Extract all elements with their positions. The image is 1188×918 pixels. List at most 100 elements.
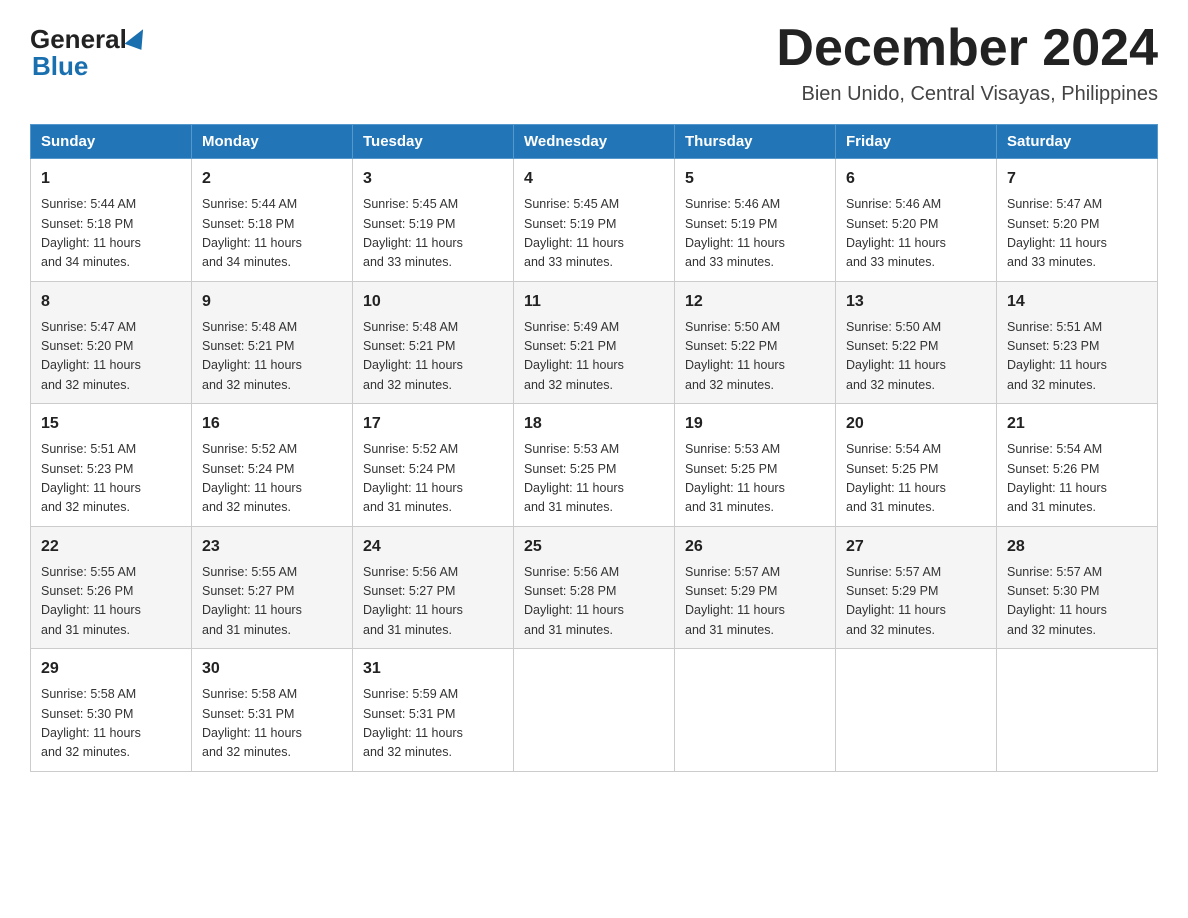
calendar-cell: 6 Sunrise: 5:46 AMSunset: 5:20 PMDaylight… — [836, 159, 997, 282]
day-number: 9 — [202, 290, 342, 314]
day-number: 14 — [1007, 290, 1147, 314]
calendar-cell — [997, 649, 1158, 772]
day-info: Sunrise: 5:45 AMSunset: 5:19 PMDaylight:… — [524, 195, 664, 273]
day-info: Sunrise: 5:57 AMSunset: 5:29 PMDaylight:… — [685, 563, 825, 641]
calendar-cell: 23 Sunrise: 5:55 AMSunset: 5:27 PMDayligh… — [192, 526, 353, 649]
calendar-cell: 7 Sunrise: 5:47 AMSunset: 5:20 PMDaylight… — [997, 159, 1158, 282]
day-number: 13 — [846, 290, 986, 314]
calendar-cell: 20 Sunrise: 5:54 AMSunset: 5:25 PMDayligh… — [836, 404, 997, 527]
day-info: Sunrise: 5:45 AMSunset: 5:19 PMDaylight:… — [363, 195, 503, 273]
day-number: 4 — [524, 167, 664, 191]
day-header-row: SundayMondayTuesdayWednesdayThursdayFrid… — [31, 125, 1158, 159]
calendar-cell: 17Sunrise: 5:52 AMSunset: 5:24 PMDayligh… — [353, 404, 514, 527]
calendar-cell: 15 Sunrise: 5:51 AMSunset: 5:23 PMDayligh… — [31, 404, 192, 527]
day-info: Sunrise: 5:46 AMSunset: 5:20 PMDaylight:… — [846, 195, 986, 273]
day-header-wednesday: Wednesday — [514, 125, 675, 159]
day-info: Sunrise: 5:52 AMSunset: 5:24 PMDaylight:… — [363, 440, 503, 518]
day-number: 19 — [685, 412, 825, 436]
calendar-cell — [675, 649, 836, 772]
calendar-cell: 21Sunrise: 5:54 AMSunset: 5:26 PMDayligh… — [997, 404, 1158, 527]
calendar-week-row: 1 Sunrise: 5:44 AMSunset: 5:18 PMDaylight… — [31, 159, 1158, 282]
calendar-cell: 26 Sunrise: 5:57 AMSunset: 5:29 PMDayligh… — [675, 526, 836, 649]
calendar-cell: 2Sunrise: 5:44 AMSunset: 5:18 PMDaylight… — [192, 159, 353, 282]
day-header-monday: Monday — [192, 125, 353, 159]
day-number: 7 — [1007, 167, 1147, 191]
calendar-subtitle: Bien Unido, Central Visayas, Philippines — [776, 83, 1158, 106]
day-header-tuesday: Tuesday — [353, 125, 514, 159]
day-info: Sunrise: 5:47 AMSunset: 5:20 PMDaylight:… — [41, 318, 181, 396]
day-number: 22 — [41, 535, 181, 559]
day-info: Sunrise: 5:47 AMSunset: 5:20 PMDaylight:… — [1007, 195, 1147, 273]
day-info: Sunrise: 5:46 AMSunset: 5:19 PMDaylight:… — [685, 195, 825, 273]
day-number: 25 — [524, 535, 664, 559]
day-number: 15 — [41, 412, 181, 436]
day-info: Sunrise: 5:44 AMSunset: 5:18 PMDaylight:… — [202, 195, 342, 273]
day-info: Sunrise: 5:44 AMSunset: 5:18 PMDaylight:… — [41, 195, 181, 273]
calendar-cell: 30Sunrise: 5:58 AMSunset: 5:31 PMDayligh… — [192, 649, 353, 772]
day-info: Sunrise: 5:55 AMSunset: 5:26 PMDaylight:… — [41, 563, 181, 641]
day-number: 26 — [685, 535, 825, 559]
day-header-friday: Friday — [836, 125, 997, 159]
logo-triangle-icon — [124, 26, 151, 50]
day-info: Sunrise: 5:48 AMSunset: 5:21 PMDaylight:… — [202, 318, 342, 396]
calendar-cell: 4 Sunrise: 5:45 AMSunset: 5:19 PMDaylight… — [514, 159, 675, 282]
calendar-week-row: 22 Sunrise: 5:55 AMSunset: 5:26 PMDayligh… — [31, 526, 1158, 649]
day-info: Sunrise: 5:56 AMSunset: 5:28 PMDaylight:… — [524, 563, 664, 641]
calendar-cell: 12Sunrise: 5:50 AMSunset: 5:22 PMDayligh… — [675, 281, 836, 404]
calendar-cell: 9 Sunrise: 5:48 AMSunset: 5:21 PMDaylight… — [192, 281, 353, 404]
calendar-week-row: 29Sunrise: 5:58 AMSunset: 5:30 PMDayligh… — [31, 649, 1158, 772]
day-number: 18 — [524, 412, 664, 436]
calendar-cell: 14 Sunrise: 5:51 AMSunset: 5:23 PMDayligh… — [997, 281, 1158, 404]
calendar-cell: 22 Sunrise: 5:55 AMSunset: 5:26 PMDayligh… — [31, 526, 192, 649]
calendar-week-row: 15 Sunrise: 5:51 AMSunset: 5:23 PMDayligh… — [31, 404, 1158, 527]
title-area: December 2024 Bien Unido, Central Visaya… — [776, 20, 1158, 106]
calendar-cell: 8 Sunrise: 5:47 AMSunset: 5:20 PMDaylight… — [31, 281, 192, 404]
calendar-cell: 3 Sunrise: 5:45 AMSunset: 5:19 PMDaylight… — [353, 159, 514, 282]
calendar-cell: 28 Sunrise: 5:57 AMSunset: 5:30 PMDayligh… — [997, 526, 1158, 649]
day-info: Sunrise: 5:53 AMSunset: 5:25 PMDaylight:… — [524, 440, 664, 518]
day-header-sunday: Sunday — [31, 125, 192, 159]
day-number: 28 — [1007, 535, 1147, 559]
logo: General Blue — [30, 20, 147, 82]
day-number: 8 — [41, 290, 181, 314]
calendar-cell: 31 Sunrise: 5:59 AMSunset: 5:31 PMDayligh… — [353, 649, 514, 772]
calendar-cell: 16 Sunrise: 5:52 AMSunset: 5:24 PMDayligh… — [192, 404, 353, 527]
day-number: 16 — [202, 412, 342, 436]
day-number: 23 — [202, 535, 342, 559]
calendar-cell — [836, 649, 997, 772]
calendar-table: SundayMondayTuesdayWednesdayThursdayFrid… — [30, 124, 1158, 772]
calendar-week-row: 8 Sunrise: 5:47 AMSunset: 5:20 PMDaylight… — [31, 281, 1158, 404]
day-number: 1 — [41, 167, 181, 191]
calendar-cell — [514, 649, 675, 772]
day-number: 20 — [846, 412, 986, 436]
calendar-cell: 1 Sunrise: 5:44 AMSunset: 5:18 PMDaylight… — [31, 159, 192, 282]
calendar-cell: 29Sunrise: 5:58 AMSunset: 5:30 PMDayligh… — [31, 649, 192, 772]
day-info: Sunrise: 5:58 AMSunset: 5:31 PMDaylight:… — [202, 685, 342, 763]
day-number: 21 — [1007, 412, 1147, 436]
calendar-cell: 18 Sunrise: 5:53 AMSunset: 5:25 PMDayligh… — [514, 404, 675, 527]
day-number: 6 — [846, 167, 986, 191]
calendar-cell: 24Sunrise: 5:56 AMSunset: 5:27 PMDayligh… — [353, 526, 514, 649]
day-info: Sunrise: 5:59 AMSunset: 5:31 PMDaylight:… — [363, 685, 503, 763]
calendar-cell: 10Sunrise: 5:48 AMSunset: 5:21 PMDayligh… — [353, 281, 514, 404]
day-info: Sunrise: 5:55 AMSunset: 5:27 PMDaylight:… — [202, 563, 342, 641]
calendar-header: SundayMondayTuesdayWednesdayThursdayFrid… — [31, 125, 1158, 159]
day-number: 3 — [363, 167, 503, 191]
day-info: Sunrise: 5:48 AMSunset: 5:21 PMDaylight:… — [363, 318, 503, 396]
calendar-cell: 13Sunrise: 5:50 AMSunset: 5:22 PMDayligh… — [836, 281, 997, 404]
day-header-thursday: Thursday — [675, 125, 836, 159]
day-number: 29 — [41, 657, 181, 681]
calendar-cell: 27Sunrise: 5:57 AMSunset: 5:29 PMDayligh… — [836, 526, 997, 649]
day-info: Sunrise: 5:54 AMSunset: 5:25 PMDaylight:… — [846, 440, 986, 518]
logo-blue-text: Blue — [30, 51, 88, 82]
day-info: Sunrise: 5:52 AMSunset: 5:24 PMDaylight:… — [202, 440, 342, 518]
calendar-cell: 25 Sunrise: 5:56 AMSunset: 5:28 PMDayligh… — [514, 526, 675, 649]
day-info: Sunrise: 5:49 AMSunset: 5:21 PMDaylight:… — [524, 318, 664, 396]
day-info: Sunrise: 5:57 AMSunset: 5:29 PMDaylight:… — [846, 563, 986, 641]
day-header-saturday: Saturday — [997, 125, 1158, 159]
day-info: Sunrise: 5:57 AMSunset: 5:30 PMDaylight:… — [1007, 563, 1147, 641]
day-info: Sunrise: 5:51 AMSunset: 5:23 PMDaylight:… — [1007, 318, 1147, 396]
day-info: Sunrise: 5:50 AMSunset: 5:22 PMDaylight:… — [685, 318, 825, 396]
day-info: Sunrise: 5:51 AMSunset: 5:23 PMDaylight:… — [41, 440, 181, 518]
day-number: 31 — [363, 657, 503, 681]
